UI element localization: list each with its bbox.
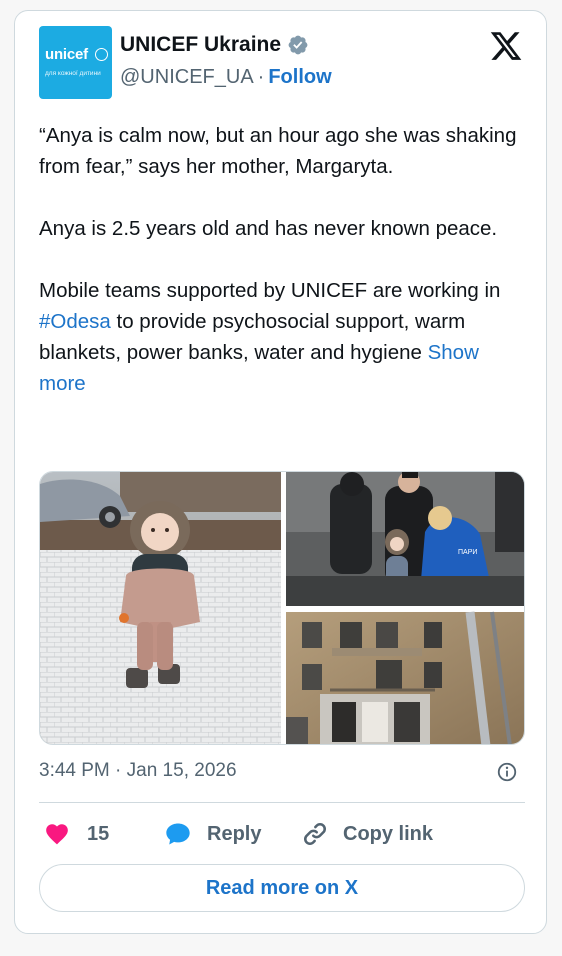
- tweet-paragraph-3: Mobile teams supported by UNICEF are wor…: [39, 275, 519, 399]
- copy-link-button[interactable]: Copy link: [301, 818, 433, 850]
- like-count: 15: [87, 822, 110, 845]
- action-bar: 15 Reply Copy link: [39, 818, 525, 850]
- account-name[interactable]: UNICEF Ukraine: [120, 33, 281, 57]
- reply-label: Reply: [207, 822, 262, 845]
- unicef-globe-icon: [95, 48, 108, 61]
- reply-button[interactable]: Reply: [163, 818, 261, 850]
- action-divider: [39, 802, 525, 803]
- speech-bubble-icon: [166, 823, 190, 845]
- tweet-text: “Anya is calm now, but an hour ago she w…: [39, 120, 519, 399]
- tweet-paragraph-2: Anya is 2.5 years old and has never know…: [39, 217, 498, 240]
- tweet-timestamp[interactable]: 3:44 PM · Jan 15, 2026: [39, 760, 237, 782]
- media-grid: ПАРИ: [39, 471, 525, 745]
- vest-text: ПАРИ: [458, 549, 477, 556]
- avatar-brand-text: unicef: [45, 46, 88, 63]
- link-icon: [304, 823, 326, 845]
- info-icon[interactable]: [496, 761, 518, 783]
- media-grid-photos: ПАРИ: [40, 472, 525, 745]
- copy-link-label: Copy link: [343, 822, 434, 845]
- volunteers-with-child-photo[interactable]: ПАРИ: [286, 472, 525, 606]
- account-handle[interactable]: @UNICEF_UA: [120, 66, 254, 88]
- like-button[interactable]: 15: [43, 818, 109, 850]
- damaged-building-photo[interactable]: [286, 611, 525, 745]
- read-more-button[interactable]: Read more on X: [39, 864, 525, 912]
- child-in-snowsuit-photo[interactable]: [40, 472, 281, 745]
- account-handle-row: @UNICEF_UA · Follow: [120, 66, 332, 89]
- heart-icon: [46, 824, 68, 845]
- account-name-row: UNICEF Ukraine: [120, 33, 309, 57]
- follow-button[interactable]: Follow: [268, 66, 331, 88]
- verified-badge-icon: [288, 35, 308, 55]
- paragraph-3-text-start: Mobile teams supported by UNICEF are wor…: [39, 279, 501, 302]
- hashtag-link[interactable]: #Odesa: [39, 310, 111, 333]
- x-logo-icon[interactable]: [489, 29, 523, 63]
- avatar-tagline: для кожної дитини: [45, 70, 101, 77]
- separator-dot: ·: [257, 66, 265, 88]
- account-avatar[interactable]: unicef для кожної дитини: [39, 26, 112, 99]
- tweet-paragraph-1: “Anya is calm now, but an hour ago she w…: [39, 124, 517, 178]
- tweet-card: unicef для кожної дитини UNICEF Ukraine …: [14, 10, 547, 934]
